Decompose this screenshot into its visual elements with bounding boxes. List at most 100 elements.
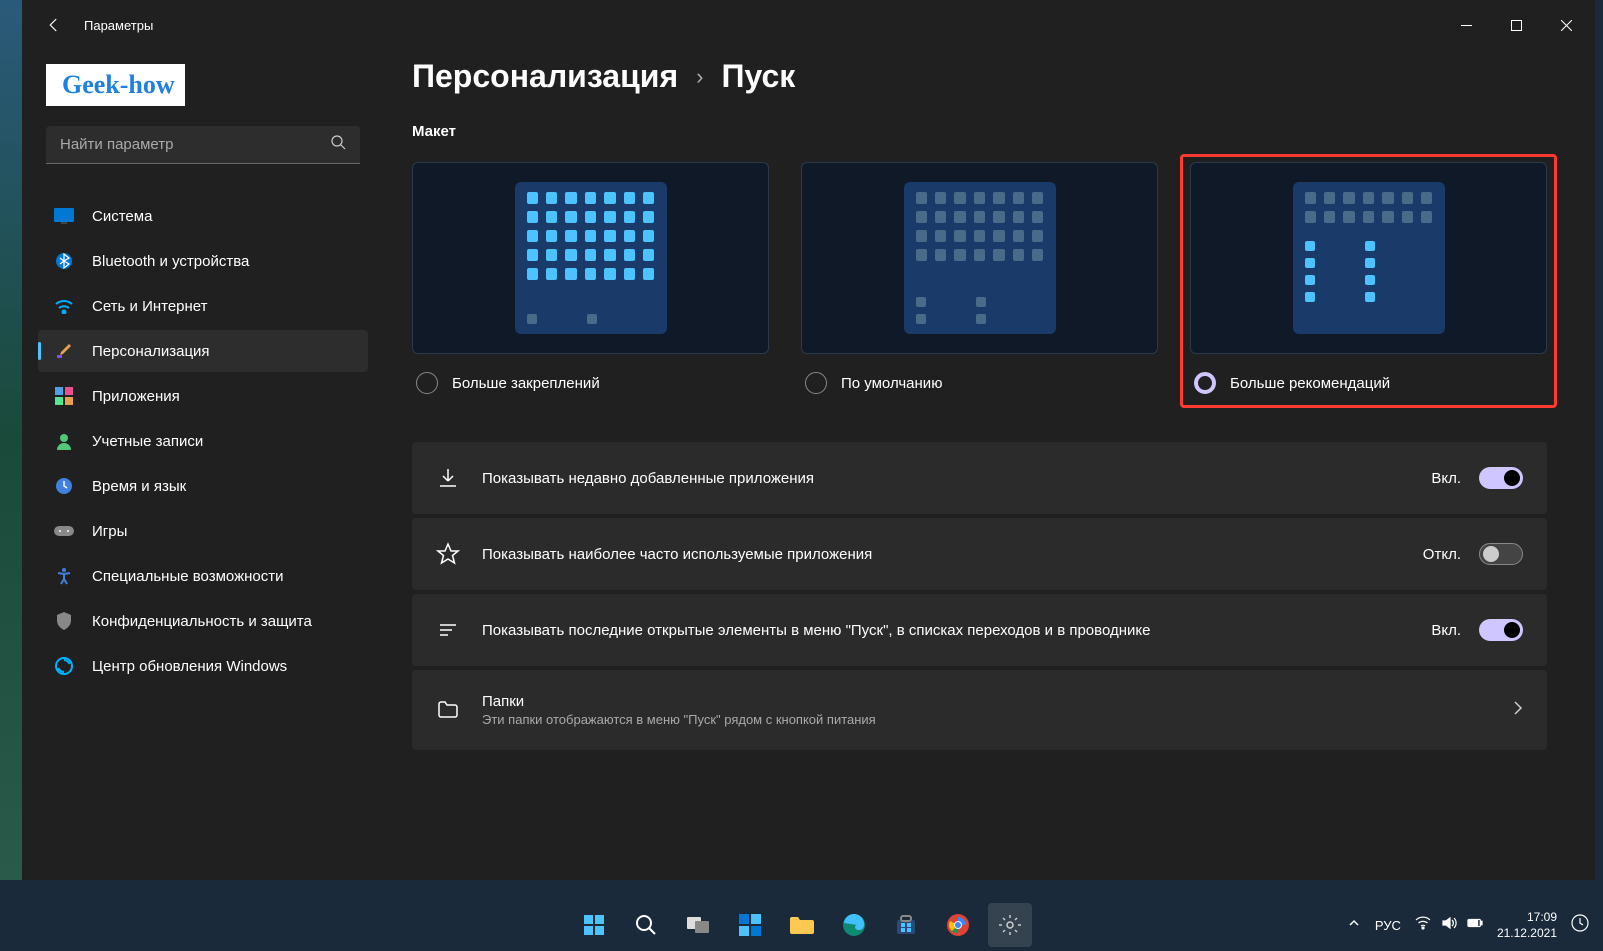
layout-options: Больше закреплений [412,162,1547,406]
toggle-recent-items[interactable] [1479,619,1523,641]
brush-icon [54,341,74,361]
clock-icon [54,476,74,496]
search-box[interactable] [46,126,360,164]
nav-gaming[interactable]: Игры [38,510,368,552]
edge-button[interactable] [832,903,876,947]
chrome-button[interactable] [936,903,980,947]
apps-icon [54,386,74,406]
layout-option-more-recommendations[interactable]: Больше рекомендаций [1180,154,1557,408]
setting-title: Показывать недавно добавленные приложени… [482,470,1431,487]
radio-icon [805,372,827,394]
toggle-most-used[interactable] [1479,543,1523,565]
setting-state-label: Вкл. [1431,622,1461,639]
layout-option-more-pins[interactable]: Больше закреплений [412,162,769,406]
breadcrumb-current: Пуск [721,58,795,95]
breadcrumb-parent[interactable]: Персонализация [412,58,678,95]
minimize-button[interactable] [1441,5,1491,45]
layout-section-label: Макет [412,123,1547,140]
nav-list: Система Bluetooth и устройства Сеть и Ин… [30,192,376,690]
start-button[interactable] [572,903,616,947]
explorer-button[interactable] [780,903,824,947]
system-tray[interactable] [1415,915,1483,936]
nav-label: Время и язык [92,478,186,495]
layout-preview-more-recommendations [1190,162,1547,354]
language-indicator[interactable]: РУС [1375,918,1401,933]
taskbar[interactable]: РУС 17:09 21.12.2021 [0,899,1603,951]
gamepad-icon [54,521,74,541]
setting-most-used[interactable]: Показывать наиболее часто используемые п… [412,518,1547,590]
nav-windows-update[interactable]: Центр обновления Windows [38,645,368,687]
nav-accessibility[interactable]: Специальные возможности [38,555,368,597]
nav-label: Центр обновления Windows [92,658,287,675]
maximize-button[interactable] [1491,5,1541,45]
person-icon [54,431,74,451]
content-area: Geek-how Система Bluetooth и устройства … [22,50,1595,880]
breadcrumb: Персонализация › Пуск [412,58,1547,95]
radio-icon [1194,372,1216,394]
wifi-tray-icon[interactable] [1415,915,1431,936]
notifications-icon[interactable] [1571,914,1589,937]
shield-icon [54,611,74,631]
main-panel: Персонализация › Пуск Макет [384,50,1595,880]
setting-subtitle: Эти папки отображаются в меню "Пуск" ряд… [482,712,1493,727]
setting-title: Папки [482,693,1493,710]
tray-chevron-icon[interactable] [1347,916,1361,935]
battery-tray-icon[interactable] [1467,915,1483,936]
settings-button[interactable] [988,903,1032,947]
logo: Geek-how [46,64,185,106]
user-block: Geek-how [30,50,376,124]
radio-more-pins[interactable]: Больше закреплений [412,372,769,406]
window-controls [1441,5,1591,45]
radio-label: Больше закреплений [452,375,600,392]
layout-option-default[interactable]: По умолчанию [801,162,1158,406]
nav-time-language[interactable]: Время и язык [38,465,368,507]
setting-title: Показывать наиболее часто используемые п… [482,546,1423,563]
nav-privacy[interactable]: Конфиденциальность и защита [38,600,368,642]
setting-title: Показывать последние открытые элементы в… [482,622,1431,639]
nav-bluetooth[interactable]: Bluetooth и устройства [38,240,368,282]
accessibility-icon [54,566,74,586]
logo-text: Geek-how [62,70,175,100]
title-bar: Параметры [22,0,1595,50]
nav-label: Приложения [92,388,180,405]
nav-personalization[interactable]: Персонализация [38,330,368,372]
list-icon [436,618,460,642]
search-input[interactable] [60,136,330,153]
search-icon [330,134,346,155]
wifi-icon [54,296,74,316]
back-button[interactable] [34,5,74,45]
desktop-wallpaper-strip [0,0,22,880]
close-button[interactable] [1541,5,1591,45]
taskbar-center [572,903,1032,947]
taskbar-clock[interactable]: 17:09 21.12.2021 [1497,909,1557,941]
nav-apps[interactable]: Приложения [38,375,368,417]
radio-default[interactable]: По умолчанию [801,372,1158,406]
store-button[interactable] [884,903,928,947]
widgets-button[interactable] [728,903,772,947]
clock-date: 21.12.2021 [1497,925,1557,941]
radio-more-recommendations[interactable]: Больше рекомендаций [1190,372,1547,406]
nav-system[interactable]: Система [38,195,368,237]
nav-label: Игры [92,523,127,540]
setting-folders[interactable]: Папки Эти папки отображаются в меню "Пус… [412,670,1547,750]
search-button[interactable] [624,903,668,947]
nav-label: Сеть и Интернет [92,298,208,315]
settings-window: Параметры Geek-how Система Bluetooth и у… [22,0,1595,880]
layout-preview-default [801,162,1158,354]
volume-tray-icon[interactable] [1441,915,1457,936]
setting-recent-items[interactable]: Показывать последние открытые элементы в… [412,594,1547,666]
setting-state-label: Откл. [1423,546,1461,563]
sidebar: Geek-how Система Bluetooth и устройства … [22,50,384,880]
download-icon [436,466,460,490]
nav-label: Учетные записи [92,433,203,450]
nav-network[interactable]: Сеть и Интернет [38,285,368,327]
task-view-button[interactable] [676,903,720,947]
display-icon [54,206,74,226]
nav-label: Персонализация [92,343,210,360]
nav-label: Конфиденциальность и защита [92,613,312,630]
nav-accounts[interactable]: Учетные записи [38,420,368,462]
toggle-recently-added[interactable] [1479,467,1523,489]
setting-recently-added[interactable]: Показывать недавно добавленные приложени… [412,442,1547,514]
setting-state-label: Вкл. [1431,470,1461,487]
chevron-right-icon: › [696,64,703,90]
